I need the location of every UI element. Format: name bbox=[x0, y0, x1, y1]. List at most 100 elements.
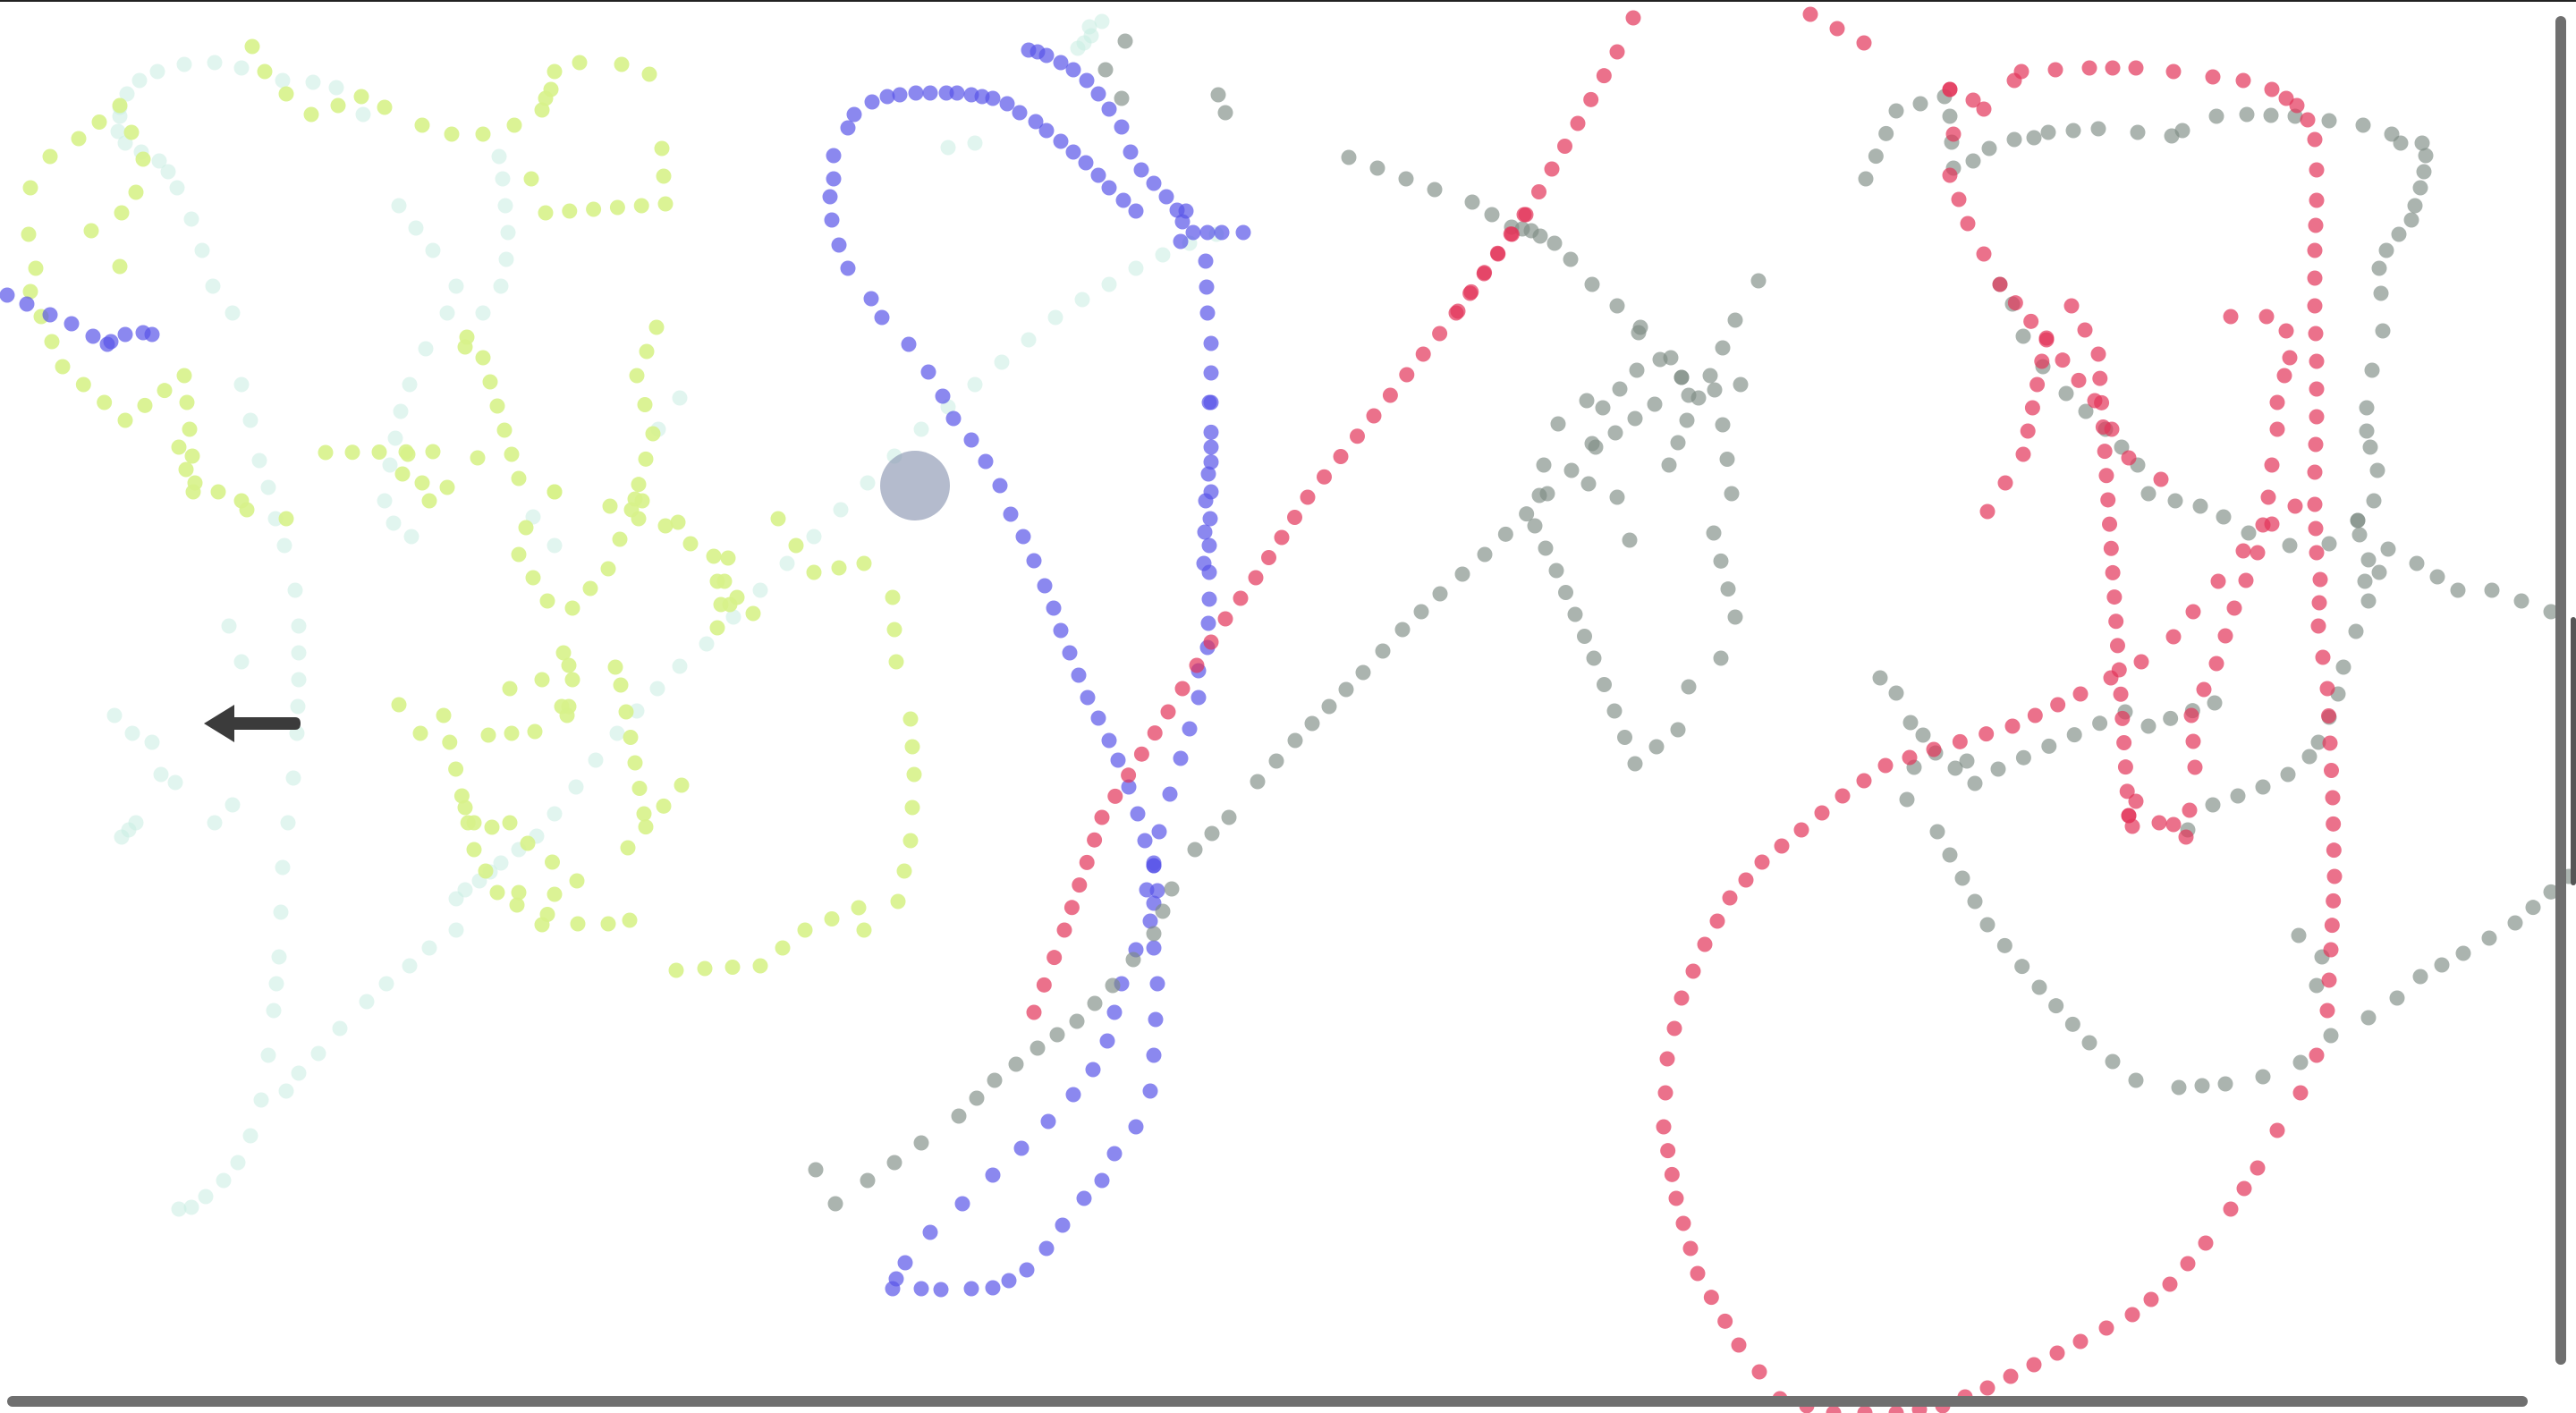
stroke-dot bbox=[117, 412, 133, 428]
stroke-dot bbox=[612, 531, 628, 547]
stroke-dot bbox=[797, 922, 813, 938]
stroke-dot bbox=[2151, 815, 2167, 831]
stroke-dot bbox=[171, 1201, 187, 1217]
stroke-dot bbox=[511, 470, 527, 487]
stroke-dot bbox=[412, 725, 428, 741]
stroke-dot bbox=[414, 117, 430, 133]
stroke-dot bbox=[2140, 718, 2157, 734]
stroke-dot bbox=[2198, 1235, 2214, 1251]
stroke-dot bbox=[520, 835, 536, 851]
stroke-dot bbox=[1087, 832, 1103, 848]
stroke-dot bbox=[564, 600, 580, 616]
stroke-dot bbox=[1902, 715, 1919, 731]
stroke-dot bbox=[1835, 788, 1851, 804]
stroke-dot bbox=[1128, 203, 1144, 219]
stroke-dot bbox=[2174, 123, 2190, 139]
stroke-dot bbox=[1516, 207, 1532, 223]
stroke-dot bbox=[1606, 703, 1623, 719]
stroke-dot bbox=[2326, 816, 2342, 832]
stroke-dot bbox=[1979, 917, 1996, 933]
stroke-dot bbox=[885, 589, 901, 605]
stroke-dot bbox=[251, 453, 267, 469]
stroke-dot bbox=[153, 766, 169, 783]
stroke-dot bbox=[1038, 123, 1055, 139]
stroke-dot bbox=[1997, 475, 2013, 491]
horizontal-scrollbar[interactable] bbox=[7, 1396, 2528, 1407]
stroke-dot bbox=[1584, 276, 1600, 292]
stroke-dot bbox=[1261, 550, 1276, 565]
stroke-dot bbox=[2049, 1345, 2065, 1361]
stroke-dot bbox=[788, 537, 804, 554]
vertical-scrollbar-edge[interactable] bbox=[2571, 617, 2576, 885]
stroke-dot bbox=[1656, 1119, 1672, 1135]
stroke-dot bbox=[278, 86, 294, 102]
stroke-dot bbox=[414, 475, 430, 491]
stroke-dot bbox=[2250, 1160, 2266, 1176]
stroke-dot bbox=[1115, 192, 1131, 208]
stroke-dot bbox=[629, 368, 645, 384]
stroke-dot bbox=[2434, 957, 2450, 973]
stroke-dot bbox=[1200, 466, 1216, 482]
back-arrow-icon[interactable] bbox=[202, 703, 301, 744]
stroke-dot bbox=[2278, 323, 2294, 339]
stroke-dot bbox=[1149, 976, 1165, 992]
stroke-dot bbox=[418, 341, 434, 357]
stroke-dot bbox=[645, 426, 661, 442]
stroke-dot bbox=[1114, 90, 1130, 106]
vertical-scrollbar[interactable] bbox=[2555, 16, 2566, 1365]
stroke-dot bbox=[1178, 203, 1194, 219]
stroke-dot bbox=[1287, 510, 1302, 525]
stroke-dot bbox=[2360, 1010, 2377, 1026]
stroke-dot bbox=[2380, 541, 2396, 557]
stroke-dot bbox=[892, 87, 908, 103]
stroke-dot bbox=[2350, 512, 2366, 529]
stroke-dot bbox=[2481, 930, 2497, 946]
stroke-dot bbox=[112, 97, 128, 114]
stroke-dot bbox=[1003, 506, 1019, 522]
stroke-dot bbox=[2412, 180, 2428, 196]
stroke-dot bbox=[2165, 63, 2182, 80]
stroke-dot bbox=[1657, 1085, 1674, 1101]
stroke-dot bbox=[344, 444, 360, 461]
stroke-dot bbox=[826, 148, 842, 164]
stroke-dot bbox=[2029, 377, 2046, 393]
stroke-dot bbox=[570, 916, 586, 932]
stroke-dot bbox=[670, 514, 686, 530]
stroke-dot bbox=[2109, 638, 2125, 654]
stroke-dot bbox=[1202, 511, 1218, 527]
stroke-dot bbox=[2014, 959, 2030, 975]
stroke-dot bbox=[137, 397, 153, 413]
stroke-dot bbox=[609, 199, 625, 216]
stroke-dot bbox=[1338, 681, 1354, 698]
stroke-dot bbox=[2065, 123, 2081, 139]
stroke-dot bbox=[2187, 759, 2203, 775]
stroke-dot bbox=[913, 1135, 929, 1151]
stroke-dot bbox=[1915, 727, 1931, 743]
stroke-dot bbox=[1992, 276, 2008, 292]
stroke-dot bbox=[1659, 1051, 1675, 1067]
stroke-dot bbox=[2007, 295, 2023, 311]
stroke-dot bbox=[1097, 62, 1114, 78]
stroke-dot bbox=[2409, 555, 2425, 571]
stroke-dot bbox=[1567, 606, 1583, 622]
stroke-dot bbox=[1090, 167, 1106, 183]
drawing-canvas[interactable] bbox=[0, 2, 2576, 1413]
stroke-dot bbox=[439, 479, 455, 495]
stroke-dot bbox=[2412, 969, 2428, 985]
stroke-dot bbox=[2183, 707, 2199, 723]
stroke-dot bbox=[618, 704, 634, 720]
stroke-dot bbox=[985, 1280, 1001, 1296]
stroke-dot bbox=[2165, 816, 2182, 833]
stroke-dot bbox=[2364, 362, 2380, 378]
stroke-dot bbox=[1133, 746, 1149, 762]
stroke-dot bbox=[123, 124, 140, 140]
stroke-dot bbox=[631, 781, 648, 796]
stroke-dot bbox=[2114, 710, 2131, 726]
stroke-dot bbox=[1717, 1313, 1733, 1329]
stroke-dot bbox=[2105, 60, 2121, 76]
stroke-dot bbox=[562, 203, 578, 219]
stroke-dot bbox=[547, 63, 563, 80]
stroke-dot bbox=[827, 1196, 843, 1212]
stroke-dot bbox=[291, 645, 307, 661]
stroke-dot bbox=[242, 1128, 258, 1144]
